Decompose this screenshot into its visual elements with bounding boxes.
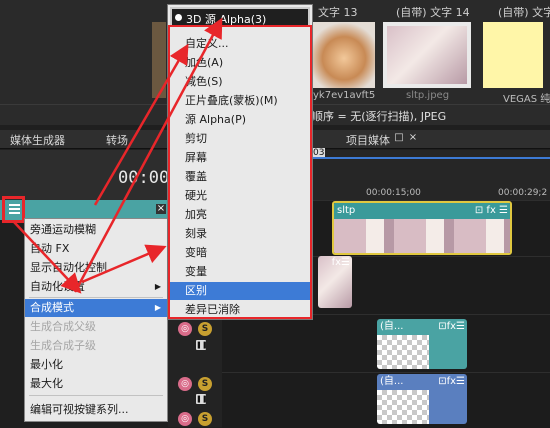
menu-item-source-alpha[interactable]: 源 Alpha(P) [168,111,312,129]
media-label-2: sltp.jpeg [406,90,450,101]
composite-mode-submenu: 3D 源 Alpha(3) 自定义... 加色(A) 减色(S) 正片叠底(蒙板… [167,4,313,320]
media-caption-2: (自带) 文字 14 [396,6,470,19]
media-info-text: 顺序 = 无(逐行扫描), JPEG [312,110,447,123]
media-thumb-sltp[interactable] [383,22,471,88]
motion-icon[interactable]: ◎ [178,412,192,426]
media-thumb-solid[interactable] [483,22,543,88]
close-icon[interactable]: × [408,133,418,143]
tab-transition[interactable]: 转场 [106,132,128,148]
clip-sltp[interactable]: sltp ⊡ fx ☰ [332,201,512,255]
clip-header: sltp ⊡ fx ☰ [334,203,510,219]
motion-icon[interactable]: ◎ [178,377,192,391]
transparent-preview [377,335,429,369]
menu-item-edit-keyframe-series[interactable]: 编辑可视按键系列... [25,401,167,419]
menu-item-add[interactable]: 加色(A) [168,54,312,72]
clip-auto-2-header: (自... ⊡fx☰ [377,374,467,390]
clip-auto-1-header: (自... ⊡fx☰ [377,319,467,335]
menu-item-subtract[interactable]: 减色(S) [168,73,312,91]
clip-title: sltp [337,205,356,216]
menu-item-custom[interactable]: 自定义... [168,35,312,53]
media-label-1: yk7ev1avft5 [313,90,376,101]
submenu-arrow-icon: ▶ [154,303,161,312]
track-context-menu: 旁通运动模糊 自动 FX 显示自动化控制 自动化设置 ▶ 合成模式 ▶ 生成合成父级… [24,218,168,422]
clip-filmstrip [334,219,510,253]
media-label-3: VEGAS 纯 [503,94,550,105]
track-header-bar: × [0,200,170,220]
clip-auto-2[interactable]: (自... ⊡fx☰ [377,374,467,424]
motion-icon[interactable]: ◎ [178,322,192,336]
menu-item-burn[interactable]: 刻录 [168,225,312,243]
clip-auto-1-icons[interactable]: ⊡fx☰ [438,319,465,335]
radio-selected-icon [175,14,182,21]
menu-item-lighten[interactable]: 变量 [168,263,312,281]
menu-item-3d-source-alpha[interactable]: 3D 源 Alpha(3) [170,7,310,27]
media-caption-3: (自带) 文字 [498,6,550,19]
close-icon[interactable]: × [156,204,166,214]
clip2-fx-icon[interactable]: fx☰ [332,257,350,268]
menu-item-multiply[interactable]: 正片叠底(蒙板)(M) [168,92,312,110]
clip-auto-1-title: (自... [380,321,404,332]
pause-icon[interactable]: ❚❚ [196,394,208,404]
clip-fx-icon[interactable]: ⊡ fx ☰ [475,203,508,219]
menu-item-screen[interactable]: 屏幕 [168,149,312,167]
clip-auto-2-icons[interactable]: ⊡fx☰ [438,374,465,390]
menu-item-difference[interactable]: 区别 [168,282,312,300]
clip-auto-1[interactable]: (自... ⊡fx☰ [377,319,467,369]
ruler-time-2: 00:00:29;2 [498,188,548,198]
menu-item-darken[interactable]: 变暗 [168,244,312,262]
clip-auto-2-title: (自... [380,376,404,387]
solo-icon[interactable]: S [198,412,212,426]
hamburger-menu-button[interactable] [2,196,25,223]
menu-item-show-automation[interactable]: 显示自动化控制 [25,259,167,277]
menu-item-dodge[interactable]: 加亮 [168,206,312,224]
pause-icon[interactable]: ❚❚ [196,340,208,350]
menu-item-cut[interactable]: 剪切 [168,130,312,148]
clip-track2[interactable]: fx☰ [318,256,352,308]
media-thumb-0[interactable] [152,22,166,98]
menu-item-minimize[interactable]: 最小化 [25,356,167,374]
menu-item-bypass-motion-blur[interactable]: 旁通运动模糊 [25,221,167,239]
menu-item-maximize[interactable]: 最大化 [25,375,167,393]
menu-item-difference-squared[interactable]: 差异已消除 [168,301,312,319]
preview-time: 00:00 [118,168,170,188]
hamburger-icon [9,204,20,214]
tab-project-media[interactable]: 项目媒体 [346,132,390,148]
media-caption-1: 文字 13 [318,6,358,19]
menu-item-composite-mode[interactable]: 合成模式 ▶ [25,299,167,317]
transparent-preview [377,390,429,424]
submenu-arrow-icon: ▶ [154,282,161,291]
menu-item-auto-fx[interactable]: 自动 FX [25,240,167,258]
ruler-time-1: 00:00:15;00 [366,188,421,198]
menu-item-make-compositing-parent: 生成合成父级 [30,320,96,333]
menu-item-overlay[interactable]: 覆盖 [168,168,312,186]
menu-item-automation-settings[interactable]: 自动化设置 ▶ [25,278,167,296]
menu-separator [29,297,163,298]
solo-icon[interactable]: S [198,377,212,391]
loop-region-bar[interactable] [312,157,550,159]
tab-media-generator[interactable]: 媒体生成器 [10,132,65,148]
menu-separator [29,395,163,396]
maximize-icon[interactable]: □ [394,133,404,143]
media-thumb-dog[interactable] [313,22,375,88]
solo-icon[interactable]: S [198,322,212,336]
menu-item-hard-light[interactable]: 硬光 [168,187,312,205]
menu-item-make-compositing-child: 生成合成子级 [30,339,96,352]
